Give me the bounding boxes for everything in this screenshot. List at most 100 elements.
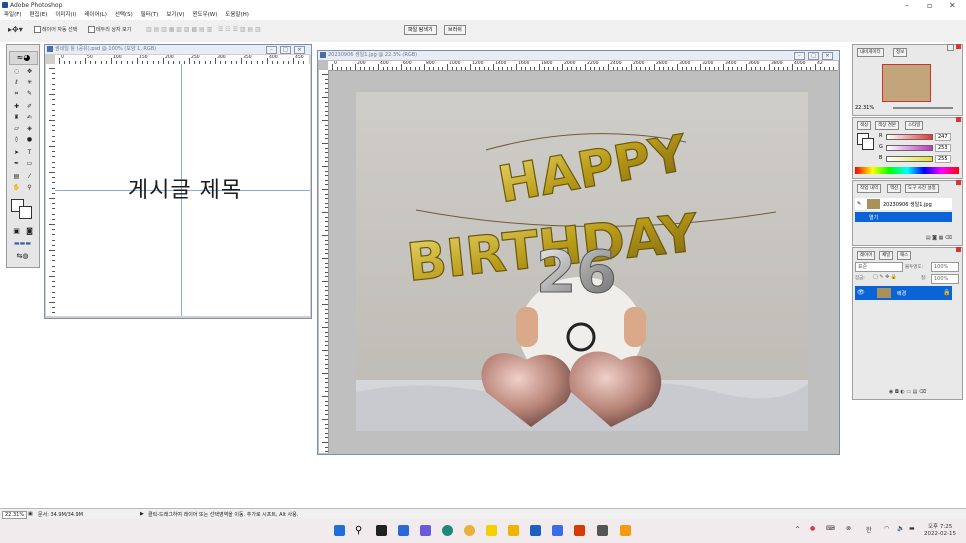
bounding-box-checkbox[interactable] <box>88 26 95 33</box>
tray-language[interactable]: 한 <box>866 525 872 534</box>
close-button[interactable]: ✕ <box>949 1 956 10</box>
zoom-tool-icon[interactable]: ⚲ <box>24 183 35 192</box>
camera-app-icon[interactable] <box>597 525 608 536</box>
wifi-icon[interactable]: ◠ <box>884 525 889 532</box>
canvas-title-text[interactable]: 게시글 제목 <box>105 172 265 204</box>
maximize-button[interactable]: ▫ <box>927 1 932 10</box>
menu-edit[interactable]: 편집(E) <box>30 11 48 20</box>
fill-field[interactable]: 100% <box>931 274 959 284</box>
pen-tool-icon[interactable]: ✒ <box>11 159 22 168</box>
blend-mode-select[interactable]: 표준 <box>855 262 903 272</box>
tray-keyboard-icon[interactable]: ⌨ <box>826 525 835 532</box>
channel-value-g[interactable]: 253 <box>935 144 951 152</box>
tab-channels[interactable]: 채널 <box>879 251 894 260</box>
tab-history[interactable]: 작업 내역 <box>857 184 881 193</box>
history-footer-icons[interactable]: ▤ ◙ ▦ ⌫ <box>855 235 952 243</box>
move-tool-icon-palette[interactable]: ✥ <box>24 67 35 76</box>
navigator-minimize-button[interactable] <box>947 44 954 51</box>
layers-close-button[interactable] <box>956 247 961 252</box>
tab-styles[interactable]: 스타일 <box>905 121 924 130</box>
layer-visibility-eye-icon[interactable]: 👁 <box>857 289 865 296</box>
standard-mode-icon[interactable]: ▣ <box>11 227 22 236</box>
menu-file[interactable]: 파일(F) <box>4 11 22 20</box>
tray-chevron-icon[interactable]: ^ <box>795 526 800 533</box>
shape-tool-icon[interactable]: ▭ <box>24 159 35 168</box>
bounding-box-option[interactable]: 테두리 상자 보기 <box>88 26 131 33</box>
menu-layer[interactable]: 레이어(L) <box>84 11 107 20</box>
color-spectrum-bar[interactable] <box>855 167 959 174</box>
history-brush-icon[interactable]: ✍ <box>24 113 35 122</box>
lasso-tool-icon[interactable]: ℓ <box>11 78 22 87</box>
auto-select-checkbox[interactable] <box>34 26 41 33</box>
color-bg-swatch[interactable] <box>862 138 874 150</box>
office-icon[interactable] <box>574 525 585 536</box>
menu-window[interactable]: 윈도우(W) <box>192 11 217 20</box>
clock-time[interactable]: 오후 7:25 <box>928 522 952 530</box>
history-close-button[interactable] <box>956 180 961 185</box>
minimize-button[interactable]: – <box>905 1 909 10</box>
layer-row-background[interactable]: 👁 배경 🔒 <box>855 286 952 300</box>
status-arrow-icon[interactable]: ▶ <box>140 511 144 517</box>
battery-icon[interactable]: ▬ <box>909 525 915 532</box>
blur-tool-icon[interactable]: ◊ <box>11 135 22 144</box>
tray-app-icon[interactable]: ● <box>810 525 815 532</box>
windows-start-icon[interactable] <box>334 525 345 536</box>
auto-select-option[interactable]: 레이어 자동 선택 <box>34 26 77 33</box>
document-window-psd[interactable]: 썸네일 틀 (공유).psd @ 100% (모양 1, RGB) – □ ✕ … <box>44 44 312 319</box>
search-icon[interactable]: ⚲ <box>355 525 366 536</box>
status-zoom[interactable]: 22.31% <box>2 511 28 519</box>
birthday-photo[interactable]: HAPPY BIRTHDAY 26 <box>356 92 808 431</box>
tab-actions[interactable]: 액션 <box>887 184 902 193</box>
channel-slider-g[interactable] <box>886 145 933 151</box>
stamp-tool-icon[interactable]: ♜ <box>11 113 22 122</box>
menu-help[interactable]: 도움말(H) <box>225 11 249 20</box>
marquee-tool-icon[interactable]: ◌ <box>11 67 22 76</box>
chat-icon[interactable] <box>420 525 431 536</box>
doc1-canvas[interactable]: 게시글 제목 <box>55 64 310 316</box>
doc2-minimize-button[interactable]: – <box>794 52 805 60</box>
document-window-photo[interactable]: 20230906 생일1.jpg @ 22.3% (RGB) – □ ✕ 0 20… <box>317 50 840 455</box>
file-browser-tab[interactable]: 파일 탐색기 <box>404 25 437 35</box>
navigator-thumbnail[interactable] <box>882 64 931 102</box>
background-color-swatch[interactable] <box>19 206 32 219</box>
navigator-zoom-value[interactable]: 22.31% <box>855 105 874 111</box>
tab-layers[interactable]: 레이어 <box>857 251 876 260</box>
doc2-titlebar[interactable]: 20230906 생일1.jpg @ 22.3% (RGB) – □ ✕ <box>318 51 839 60</box>
history-snapshot-row[interactable]: ✎ 20230906 생일1.jpg <box>855 198 952 210</box>
distribute-icons[interactable]: ☰ ☷ ☰ ▥ ▤ ▥ <box>218 26 261 33</box>
clock-date[interactable]: 2022-02-15 <box>924 531 956 537</box>
hand-tool-icon[interactable]: ✋ <box>11 183 22 192</box>
photoshop-taskbar-icon[interactable] <box>620 525 631 536</box>
tab-navigator[interactable]: 내비게이터 <box>857 48 884 57</box>
doc1-titlebar[interactable]: 썸네일 틀 (공유).psd @ 100% (모양 1, RGB) – □ ✕ <box>45 45 311 54</box>
lock-icons[interactable]: □ ✎ ✥ 🔒 <box>873 274 897 280</box>
tab-tool-presets[interactable]: 도구 사전 설정 <box>905 184 939 193</box>
tray-security-icon[interactable]: ⊗ <box>846 525 851 532</box>
navigator-zoom-slider[interactable] <box>893 107 953 109</box>
tab-info[interactable]: 정보 <box>893 48 908 57</box>
color-close-button[interactable] <box>956 117 961 122</box>
move-tool-icon[interactable]: ▸✥▾ <box>8 25 23 34</box>
healing-brush-icon[interactable]: ✚ <box>11 102 22 111</box>
edge-browser-icon[interactable] <box>442 525 453 536</box>
doc2-close-button[interactable]: ✕ <box>822 52 833 60</box>
tab-swatches[interactable]: 색상 견본 <box>875 121 899 130</box>
brush-tool-icon[interactable]: ✐ <box>24 102 35 111</box>
magic-wand-icon[interactable]: ✳ <box>24 78 35 87</box>
tab-paths[interactable]: 패스 <box>897 251 912 260</box>
store-icon[interactable] <box>552 525 563 536</box>
menu-image[interactable]: 이미지(I) <box>55 11 76 20</box>
eyedropper-icon[interactable]: ⁄ <box>24 172 35 181</box>
photoshop-logo-icon[interactable]: ≈◕ <box>9 51 38 65</box>
doc1-close-button[interactable]: ✕ <box>294 46 305 54</box>
widgets-icon[interactable] <box>398 525 409 536</box>
quick-mask-icon[interactable]: ◙ <box>24 227 35 236</box>
crop-tool-icon[interactable]: ⌗ <box>11 89 22 98</box>
doc2-maximize-button[interactable]: □ <box>808 52 819 60</box>
mail-icon[interactable] <box>530 525 541 536</box>
menu-select[interactable]: 선택(S) <box>115 11 133 20</box>
type-tool-icon[interactable]: T <box>24 148 35 157</box>
screen-mode-icons[interactable]: ▬▬▬ <box>9 239 36 248</box>
kakaotalk-icon[interactable] <box>486 525 497 536</box>
volume-icon[interactable]: 🔈 <box>897 525 904 532</box>
